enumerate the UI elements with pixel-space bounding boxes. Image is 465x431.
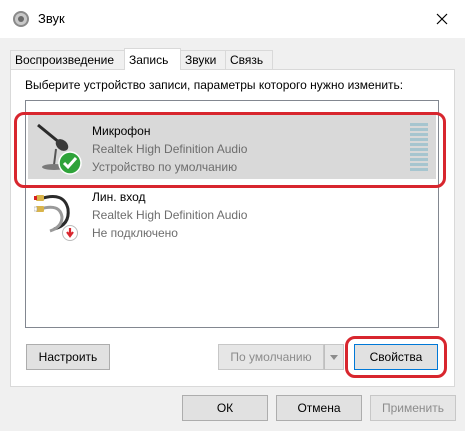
device-status: Не подключено xyxy=(92,226,178,240)
ok-button[interactable]: ОК xyxy=(182,395,268,421)
instruction-text: Выберите устройство записи, параметры ко… xyxy=(25,78,404,92)
device-driver: Realtek High Definition Audio xyxy=(92,208,248,222)
title-bar: Звук xyxy=(0,0,465,38)
configure-button[interactable]: Настроить xyxy=(26,344,110,370)
set-default-dropdown[interactable] xyxy=(324,344,344,370)
not-connected-icon xyxy=(62,225,78,244)
tab-recording[interactable]: Запись xyxy=(124,48,181,70)
tab-communications[interactable]: Связь xyxy=(225,50,273,69)
tab-sounds[interactable]: Звуки xyxy=(180,50,226,69)
sound-dialog: Звук Воспроизведение Запись Звуки Связь … xyxy=(0,0,465,431)
close-button[interactable] xyxy=(428,6,456,32)
speaker-icon xyxy=(12,10,30,28)
device-item-line-in[interactable]: Лин. вход Realtek High Definition Audio … xyxy=(28,181,436,245)
set-default-button[interactable]: По умолчанию xyxy=(218,344,324,370)
properties-button[interactable]: Свойства xyxy=(354,344,438,370)
level-meter xyxy=(410,123,428,173)
device-item-microphone[interactable]: Микрофон Realtek High Definition Audio У… xyxy=(28,115,436,179)
device-name: Микрофон xyxy=(92,124,151,138)
close-icon xyxy=(436,13,448,25)
chevron-down-icon xyxy=(330,354,338,360)
tab-playback[interactable]: Воспроизведение xyxy=(10,50,125,69)
recording-panel: Выберите устройство записи, параметры ко… xyxy=(10,69,455,387)
default-check-icon xyxy=(58,151,82,178)
device-status: Устройство по умолчанию xyxy=(92,160,238,174)
apply-button[interactable]: Применить xyxy=(370,395,456,421)
cancel-button[interactable]: Отмена xyxy=(276,395,362,421)
dialog-footer: ОК Отмена Применить xyxy=(0,388,465,431)
device-list: Микрофон Realtek High Definition Audio У… xyxy=(25,100,439,328)
device-driver: Realtek High Definition Audio xyxy=(92,142,248,156)
device-name: Лин. вход xyxy=(92,190,146,204)
window-title: Звук xyxy=(38,11,65,26)
